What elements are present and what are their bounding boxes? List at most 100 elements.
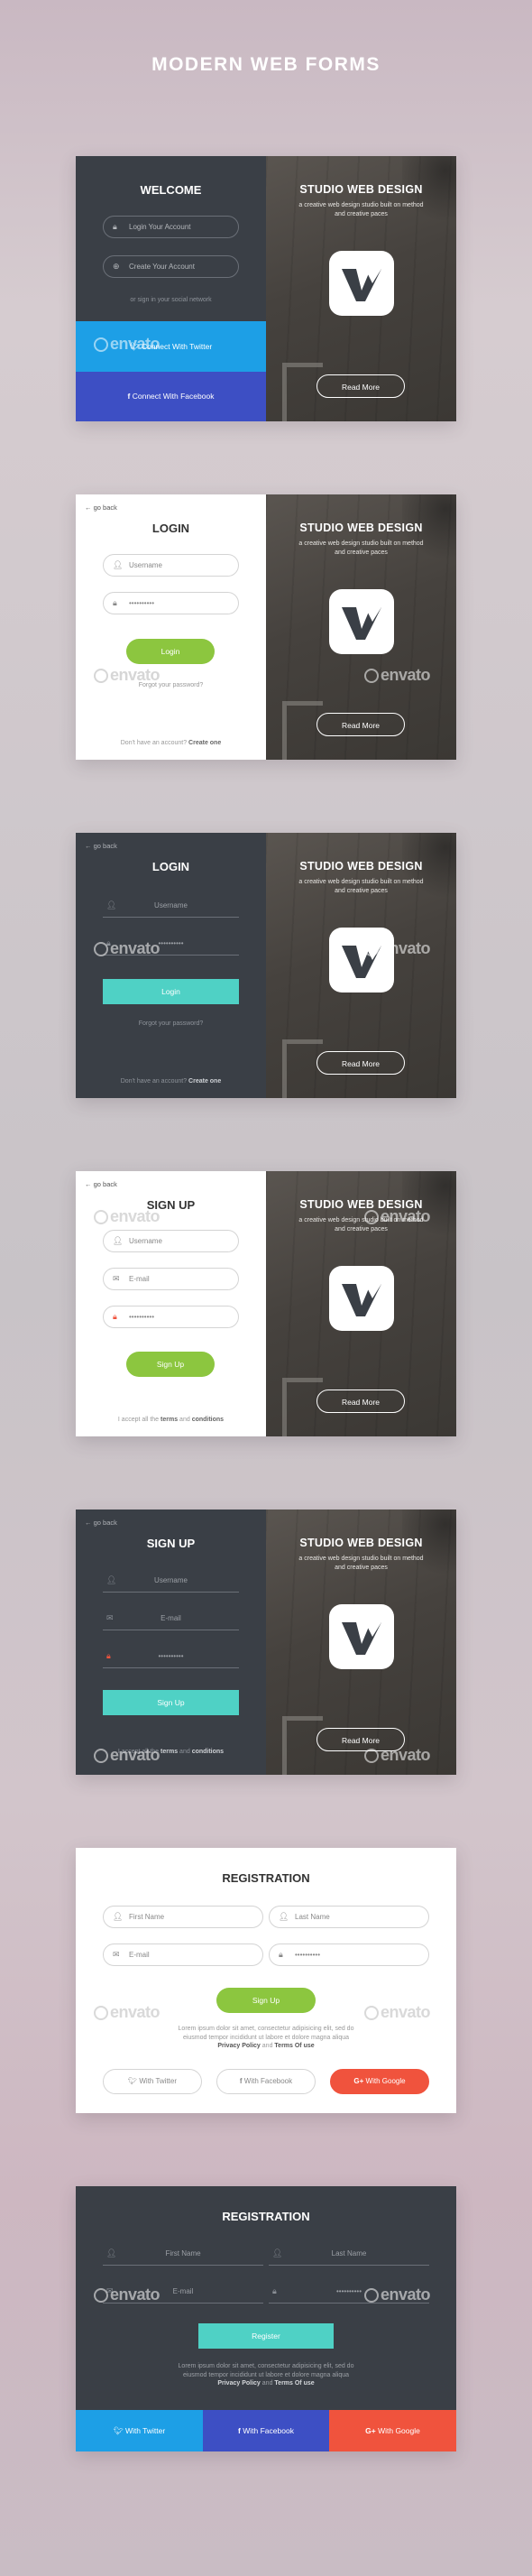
create-one-link[interactable]: Create one — [188, 740, 221, 746]
username-input[interactable]: 👤︎ Username — [103, 1569, 239, 1593]
email-input[interactable]: ✉ E-mail — [103, 1268, 239, 1290]
username-input[interactable]: 👤︎ Username — [103, 894, 239, 918]
terms-link[interactable]: terms — [161, 1417, 178, 1423]
login-card-dark: ← go back LOGIN 👤︎ Username 🔒︎ •••••••••… — [76, 833, 456, 1098]
password-input[interactable]: 🔒︎ •••••••••• — [269, 1944, 429, 1966]
go-back-link[interactable]: ← go back — [85, 503, 117, 512]
studio-subtitle: a creative web design studio built on me… — [298, 202, 424, 217]
signup-panel: ← go back SIGN UP 👤︎ Username ✉ E-mail 🔒… — [76, 1510, 266, 1775]
studio-subtitle: a creative web design studio built on me… — [298, 540, 424, 556]
first-name-input[interactable]: 👤︎ First Name — [103, 2242, 263, 2266]
studio-panel: STUDIO WEB DESIGN a creative web design … — [266, 494, 456, 760]
form-title: LOGIN — [151, 860, 190, 873]
read-more-button[interactable]: Read More — [316, 713, 405, 736]
terms-link[interactable]: Terms Of use — [274, 2043, 314, 2049]
watermark: envato — [94, 335, 161, 354]
envelope-icon: ✉ — [113, 1950, 120, 1959]
envelope-icon: ✉ — [113, 1274, 120, 1283]
create-account-hint: Don't have an account? Create one — [120, 740, 222, 746]
go-back-link[interactable]: ← go back — [85, 1180, 117, 1188]
watermark: envato — [364, 2285, 431, 2304]
watermark: envato — [364, 666, 431, 685]
lock-icon: 🔒︎ — [113, 222, 117, 231]
password-input[interactable]: 🔒︎ •••••••••• — [103, 1645, 239, 1668]
facebook-button[interactable]: f With Facebook — [216, 2069, 316, 2094]
lock-icon: 🔒︎ — [113, 1312, 117, 1321]
conditions-link[interactable]: conditions — [192, 1749, 224, 1755]
user-icon: 👤︎ — [113, 1236, 124, 1245]
form-title: LOGIN — [151, 522, 190, 535]
signup-button[interactable]: Sign Up — [126, 1352, 215, 1377]
studio-logo — [329, 928, 394, 993]
studio-logo — [329, 251, 394, 316]
read-more-button[interactable]: Read More — [316, 1390, 405, 1413]
last-name-input[interactable]: 👤︎ Last Name — [269, 1906, 429, 1928]
arrow-left-icon: ← — [85, 1180, 94, 1188]
google-button[interactable]: G+ With Google — [330, 2069, 429, 2094]
watermark: envato — [94, 1207, 161, 1226]
login-panel: ← go back LOGIN 👤︎ Username 🔒︎ •••••••••… — [76, 833, 266, 1098]
connect-facebook-button[interactable]: f Connect With Facebook — [76, 372, 266, 421]
google-plus-icon: G+ — [353, 2077, 366, 2085]
signup-button[interactable]: Sign Up — [216, 1988, 316, 2013]
welcome-panel: WELCOME 🔒︎ Login Your Account ⊕ Create Y… — [76, 156, 266, 421]
login-button[interactable]: Login — [103, 979, 239, 1004]
user-icon: 👤︎ — [279, 1912, 289, 1921]
studio-panel: STUDIO WEB DESIGN a creative web design … — [266, 833, 456, 1098]
registration-card-dark: REGISTRATION 👤︎ First Name 👤︎ Last Name ✉ E… — [76, 2186, 456, 2451]
watermark: envato — [364, 1207, 431, 1226]
watermark: envato — [94, 2285, 161, 2304]
signup-card-light: ← go back SIGN UP 👤︎ Username ✉ E-mail 🔒… — [76, 1171, 456, 1436]
watermark: envato — [364, 2003, 431, 2022]
user-icon: 👤︎ — [113, 560, 124, 569]
lock-icon: 🔒︎ — [113, 598, 117, 607]
read-more-button[interactable]: Read More — [316, 1051, 405, 1075]
terms-link[interactable]: Terms Of use — [274, 2380, 314, 2387]
first-name-input[interactable]: 👤︎ First Name — [103, 1906, 263, 1928]
privacy-policy-link[interactable]: Privacy Policy — [217, 2043, 260, 2049]
create-account-button[interactable]: ⊕ Create Your Account — [103, 255, 239, 278]
form-title: WELCOME — [140, 183, 202, 197]
username-input[interactable]: 👤︎ Username — [103, 1230, 239, 1252]
twitter-icon: 🐦︎ — [127, 2077, 140, 2085]
google-button[interactable]: G+ With Google — [329, 2410, 456, 2451]
twitter-button[interactable]: 🐦︎ With Twitter — [103, 2069, 202, 2094]
arrow-left-icon: ← — [85, 503, 94, 512]
login-account-button[interactable]: 🔒︎ Login Your Account — [103, 216, 239, 238]
go-back-link[interactable]: ← go back — [85, 842, 117, 850]
welcome-card: WELCOME 🔒︎ Login Your Account ⊕ Create Y… — [76, 156, 456, 421]
studio-logo — [329, 1604, 394, 1669]
terms-link[interactable]: terms — [161, 1749, 178, 1755]
register-button[interactable]: Register — [198, 2323, 334, 2349]
studio-panel: STUDIO WEB DESIGN a creative web design … — [266, 1510, 456, 1775]
email-input[interactable]: ✉ E-mail — [103, 1607, 239, 1630]
studio-logo — [329, 1266, 394, 1331]
twitter-button[interactable]: 🐦︎ With Twitter — [76, 2410, 203, 2451]
signup-button[interactable]: Sign Up — [103, 1690, 239, 1715]
twitter-icon: 🐦︎ — [113, 2426, 125, 2435]
create-one-link[interactable]: Create one — [188, 1078, 221, 1085]
form-title: REGISTRATION — [222, 1871, 310, 1885]
last-name-input[interactable]: 👤︎ Last Name — [269, 2242, 429, 2266]
google-plus-icon: G+ — [365, 2426, 379, 2435]
login-button[interactable]: Login — [126, 639, 215, 664]
conditions-link[interactable]: conditions — [192, 1417, 224, 1423]
lock-icon: 🔒︎ — [279, 1950, 283, 1959]
watermark: envato — [94, 939, 161, 958]
login-card-light: ← go back LOGIN 👤︎ Username 🔒︎ •••••••••… — [76, 494, 456, 760]
email-input[interactable]: ✉ E-mail — [103, 1944, 263, 1966]
page-title: MODERN WEB FORMS — [151, 54, 381, 75]
facebook-button[interactable]: f With Facebook — [203, 2410, 329, 2451]
forgot-password-link[interactable]: Forgot your password? — [76, 1020, 266, 1027]
username-input[interactable]: 👤︎ Username — [103, 554, 239, 577]
read-more-button[interactable]: Read More — [316, 374, 405, 398]
password-input[interactable]: 🔒︎ •••••••••• — [103, 592, 239, 614]
go-back-link[interactable]: ← go back — [85, 1519, 117, 1527]
studio-title: STUDIO WEB DESIGN — [299, 522, 423, 534]
password-input[interactable]: 🔒︎ •••••••••• — [103, 1306, 239, 1328]
studio-subtitle: a creative web design studio built on me… — [298, 1556, 424, 1571]
watermark: envato — [94, 1746, 161, 1765]
arrow-left-icon: ← — [85, 1519, 94, 1527]
privacy-policy-link[interactable]: Privacy Policy — [217, 2380, 260, 2387]
studio-title: STUDIO WEB DESIGN — [299, 1537, 423, 1549]
